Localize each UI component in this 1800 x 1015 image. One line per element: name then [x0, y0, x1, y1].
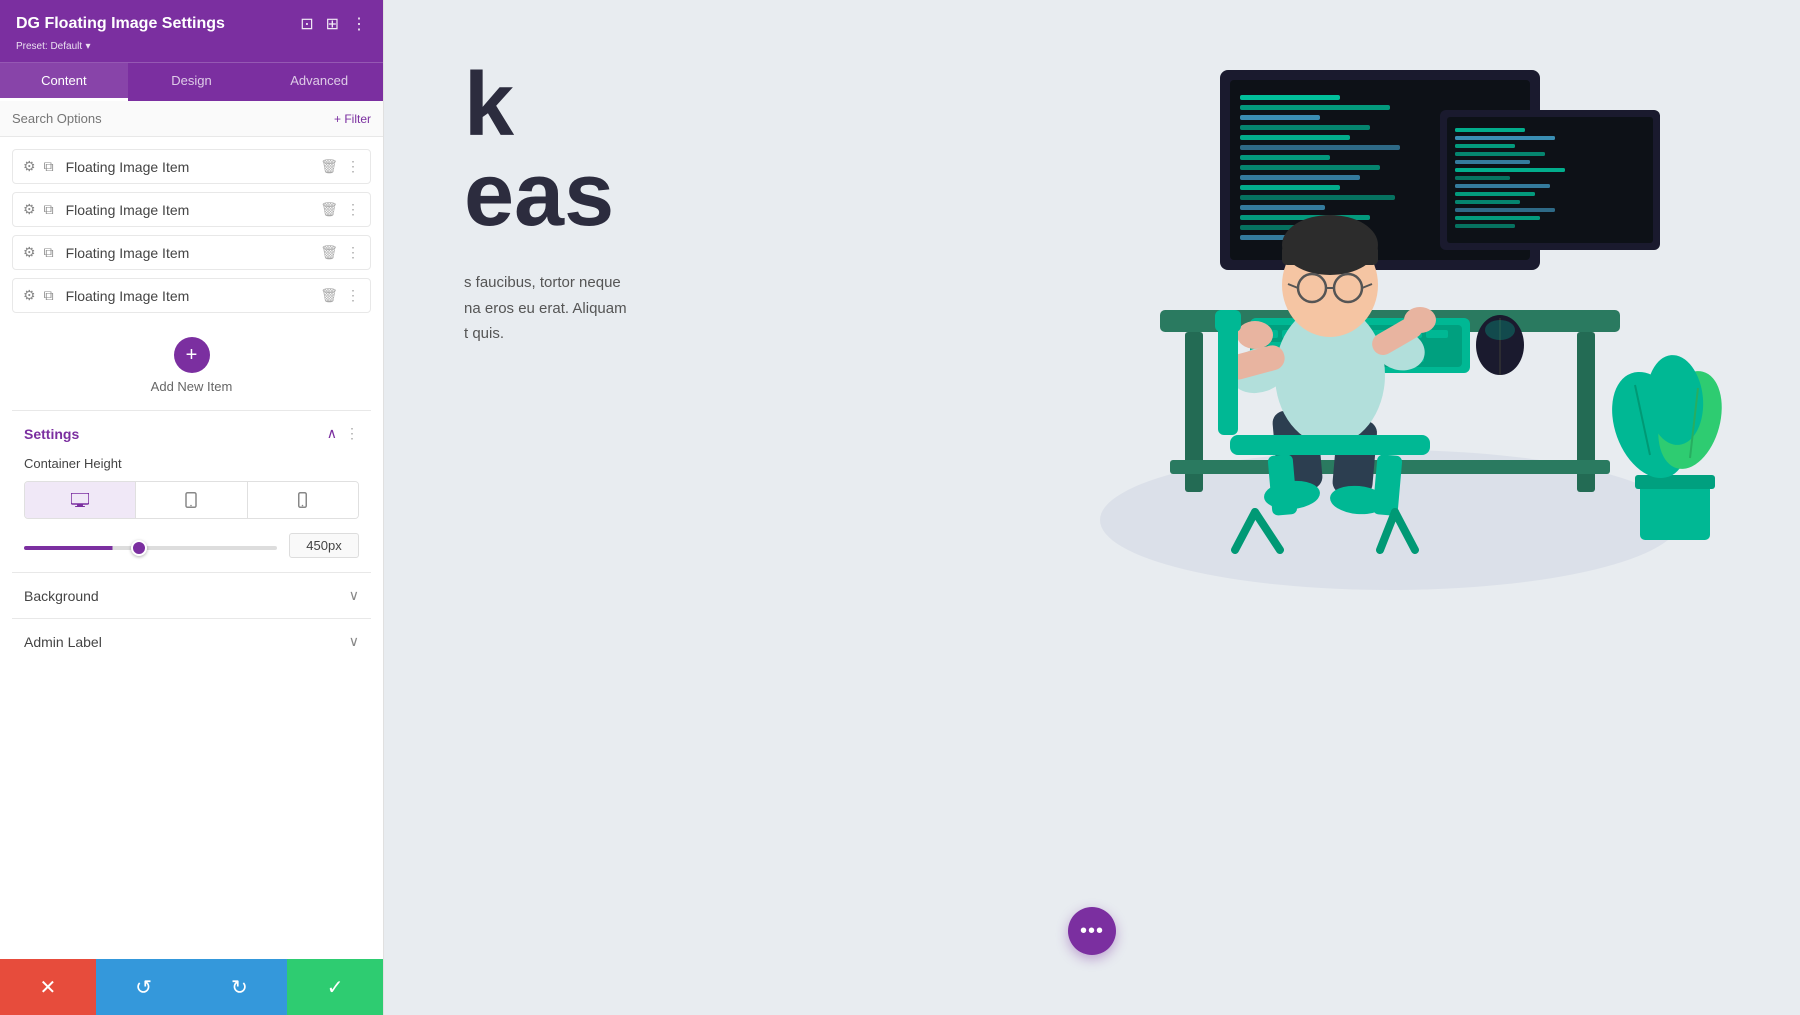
delete-icon[interactable]: 🗑	[320, 287, 338, 304]
search-input[interactable]	[12, 111, 334, 126]
background-section-header[interactable]: Background ∨	[24, 587, 359, 604]
illustration-area	[1040, 30, 1740, 630]
cancel-button[interactable]: ✕	[0, 959, 96, 1015]
copy-icon[interactable]: ⧉	[44, 244, 54, 261]
panel-header: DG Floating Image Settings ⊡ ⊞ ⋮ Preset:…	[0, 0, 383, 62]
item-right-icons: 🗑 ⋮	[320, 244, 360, 261]
item-left-icons: ⚙ ⧉	[23, 158, 54, 175]
slider-row	[24, 533, 359, 558]
settings-small-icon[interactable]: ⚙	[23, 244, 36, 261]
tab-content[interactable]: Content	[0, 63, 128, 101]
left-panel: DG Floating Image Settings ⊡ ⊞ ⋮ Preset:…	[0, 0, 384, 1015]
settings-content: Container Height	[24, 456, 359, 558]
settings-title: Settings	[24, 426, 79, 442]
item-left-icons: ⚙ ⧉	[23, 201, 54, 218]
illustration-svg	[1040, 30, 1740, 630]
delete-icon[interactable]: 🗑	[320, 201, 338, 218]
add-circle-icon: +	[174, 337, 210, 373]
item-label: Floating Image Item	[66, 288, 321, 304]
item-right-icons: 🗑 ⋮	[320, 287, 360, 304]
list-item[interactable]: ⚙ ⧉ Floating Image Item 🗑 ⋮	[12, 278, 371, 313]
item-label: Floating Image Item	[66, 245, 321, 261]
item-label: Floating Image Item	[66, 202, 321, 218]
desktop-device-btn[interactable]	[25, 482, 136, 518]
chevron-down-icon[interactable]: ∨	[349, 587, 359, 604]
save-button[interactable]: ✓	[287, 959, 383, 1015]
tab-advanced[interactable]: Advanced	[255, 63, 383, 101]
height-value-input[interactable]	[289, 533, 359, 558]
admin-chevron-down-icon[interactable]: ∨	[349, 633, 359, 650]
panel-header-icons: ⊡ ⊞ ⋮	[300, 14, 367, 34]
admin-label-title: Admin Label	[24, 634, 102, 650]
more-options-icon[interactable]: ⋮	[346, 158, 360, 175]
section-more-icon[interactable]: ⋮	[345, 425, 359, 442]
panel-content: ⚙ ⧉ Floating Image Item 🗑 ⋮ ⚙ ⧉ Floating…	[0, 137, 383, 959]
height-slider[interactable]	[24, 546, 277, 550]
body-text: s faucibus, tortor neque na eros eu erat…	[464, 270, 764, 347]
copy-icon[interactable]: ⧉	[44, 201, 54, 218]
fab-button[interactable]: •••	[1068, 907, 1116, 955]
more-icon[interactable]: ⋮	[351, 14, 367, 34]
undo-button[interactable]: ↺	[96, 959, 192, 1015]
slider-container	[24, 537, 277, 555]
settings-small-icon[interactable]: ⚙	[23, 201, 36, 218]
add-new-label: Add New Item	[151, 379, 233, 394]
copy-icon[interactable]: ⧉	[44, 158, 54, 175]
settings-section: Settings ∧ ⋮ Container Height	[12, 410, 371, 572]
settings-icon[interactable]: ⊡	[300, 14, 313, 34]
more-options-icon[interactable]: ⋮	[346, 244, 360, 261]
more-options-icon[interactable]: ⋮	[346, 287, 360, 304]
delete-icon[interactable]: 🗑	[320, 158, 338, 175]
admin-section-icons: ∨	[349, 633, 359, 650]
chevron-up-icon[interactable]: ∧	[327, 425, 337, 442]
list-item[interactable]: ⚙ ⧉ Floating Image Item 🗑 ⋮	[12, 235, 371, 270]
item-right-icons: 🗑 ⋮	[320, 158, 360, 175]
container-height-label: Container Height	[24, 456, 359, 471]
list-items-container: ⚙ ⧉ Floating Image Item 🗑 ⋮ ⚙ ⧉ Floating…	[12, 149, 371, 313]
search-bar: + Filter	[0, 101, 383, 137]
admin-label-section: Admin Label ∨	[12, 618, 371, 664]
delete-icon[interactable]: 🗑	[320, 244, 338, 261]
bottom-toolbar: ✕ ↺ ↻ ✓	[0, 959, 383, 1015]
device-icons-row	[24, 481, 359, 519]
settings-small-icon[interactable]: ⚙	[23, 287, 36, 304]
right-content: k eas s faucibus, tortor neque na eros e…	[384, 0, 1800, 1015]
tablet-device-btn[interactable]	[136, 482, 247, 518]
item-left-icons: ⚙ ⧉	[23, 287, 54, 304]
add-new-item-button[interactable]: + Add New Item	[12, 321, 371, 410]
more-options-icon[interactable]: ⋮	[346, 201, 360, 218]
admin-label-section-header[interactable]: Admin Label ∨	[24, 633, 359, 650]
background-title: Background	[24, 588, 99, 604]
settings-small-icon[interactable]: ⚙	[23, 158, 36, 175]
tab-design[interactable]: Design	[128, 63, 256, 101]
bg-section-icons: ∨	[349, 587, 359, 604]
redo-button[interactable]: ↻	[192, 959, 288, 1015]
panel-title: DG Floating Image Settings	[16, 15, 225, 33]
settings-section-header[interactable]: Settings ∧ ⋮	[24, 425, 359, 442]
section-icons: ∧ ⋮	[327, 425, 359, 442]
item-right-icons: 🗑 ⋮	[320, 201, 360, 218]
background-section: Background ∨	[12, 572, 371, 618]
preset-label[interactable]: Preset: Default ▾	[16, 38, 367, 52]
tabs: Content Design Advanced	[0, 62, 383, 101]
list-item[interactable]: ⚙ ⧉ Floating Image Item 🗑 ⋮	[12, 149, 371, 184]
list-item[interactable]: ⚙ ⧉ Floating Image Item 🗑 ⋮	[12, 192, 371, 227]
grid-icon[interactable]: ⊞	[326, 14, 339, 34]
filter-button[interactable]: + Filter	[334, 112, 371, 126]
item-label: Floating Image Item	[66, 159, 321, 175]
mobile-device-btn[interactable]	[248, 482, 358, 518]
item-left-icons: ⚙ ⧉	[23, 244, 54, 261]
copy-icon[interactable]: ⧉	[44, 287, 54, 304]
